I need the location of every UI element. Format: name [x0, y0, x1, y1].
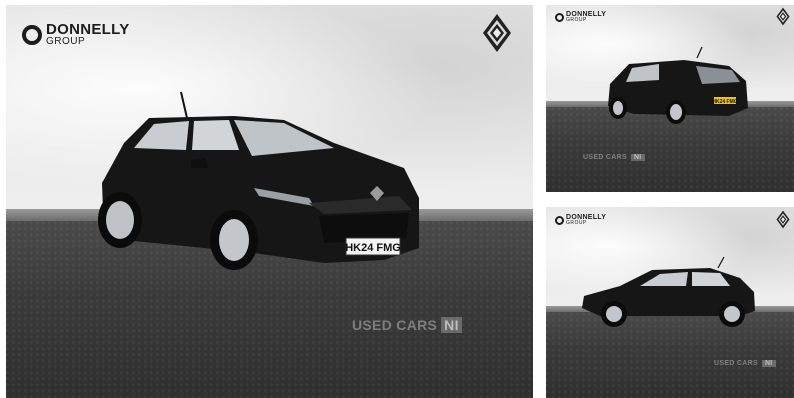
dealer-o-icon — [555, 215, 564, 225]
dealer-o-icon — [22, 24, 42, 45]
watermark-used-cars: USED CARS NI — [583, 154, 645, 161]
car-front-three-quarter: HK24 FMG — [98, 91, 419, 270]
watermark-used-cars: USED CARS NI — [714, 360, 776, 367]
car-rear-three-quarter: HK24 FMG — [608, 46, 748, 124]
dealer-logo: DONNELLY GROUP — [555, 11, 606, 23]
watermark-text: USED CARS — [714, 360, 758, 367]
watermark-used-cars: USED CARS NI — [352, 317, 462, 333]
renault-logo-icon — [776, 7, 790, 26]
dealer-logo: DONNELLY GROUP — [22, 22, 130, 47]
main-plate: HK24 FMG — [345, 242, 401, 254]
dealer-sub: GROUP — [46, 36, 86, 47]
watermark-ni-badge: NI — [761, 360, 776, 367]
dealer-brand: DONNELLY — [46, 21, 130, 38]
renault-logo-icon — [776, 210, 790, 229]
dealer-logo: DONNELLY GROUP — [555, 214, 606, 226]
dealer-sub: GROUP — [566, 17, 587, 23]
car-side-profile — [582, 256, 755, 327]
watermark-ni-badge: NI — [630, 154, 645, 161]
dealer-o-icon — [555, 12, 564, 22]
watermark-text: USED CARS — [583, 154, 627, 161]
thumbnail-side[interactable]: DONNELLY GROUP USED CARS NI — [546, 207, 794, 398]
main-photo[interactable]: DONNELLY GROUP HK24 FMG USED CARS NI — [6, 5, 533, 398]
thumbnail-rear[interactable]: DONNELLY GROUP HK24 FMG USED CARS NI — [546, 5, 794, 192]
dealer-sub: GROUP — [566, 220, 587, 226]
watermark-text: USED CARS — [352, 317, 438, 333]
renault-logo-icon — [483, 14, 511, 52]
watermark-ni-badge: NI — [441, 317, 462, 333]
thumb-plate: HK24 FMG — [712, 99, 737, 105]
